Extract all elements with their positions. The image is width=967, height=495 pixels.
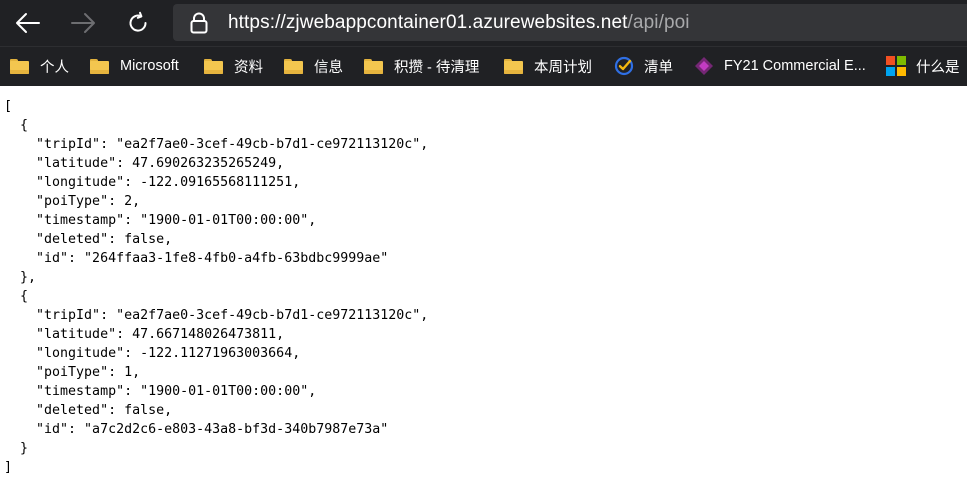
json-line: ]	[4, 460, 13, 475]
favorite-label: 资料	[234, 59, 263, 76]
favorite-folder-info[interactable]: 信息	[284, 47, 343, 85]
back-button[interactable]	[11, 7, 45, 39]
microsoft-logo-icon	[886, 56, 906, 76]
json-line: "poiType": 2,	[4, 194, 141, 209]
address-bar[interactable]: https://zjwebappcontainer01.azurewebsite…	[173, 4, 967, 41]
json-line: {	[4, 118, 29, 133]
favorite-label: 清单	[644, 59, 673, 76]
favorite-label: 个人	[40, 59, 69, 76]
json-line: "tripId": "ea2f7ae0-3cef-49cb-b7d1-ce972…	[4, 137, 429, 152]
favorite-todo-list[interactable]: 清单	[614, 47, 673, 85]
json-line: "timestamp": "1900-01-01T00:00:00",	[4, 213, 317, 228]
favorite-folder-materials[interactable]: 资料	[204, 47, 263, 85]
json-line: "latitude": 47.667148026473811,	[4, 327, 285, 342]
url-text[interactable]: https://zjwebappcontainer01.azurewebsite…	[228, 12, 690, 36]
favorite-fy21-commercial[interactable]: FY21 Commercial E...	[694, 47, 866, 85]
json-response: [ { "tripId": "ea2f7ae0-3cef-49cb-b7d1-c…	[4, 97, 428, 477]
favorite-label: 积攒 - 待清理	[394, 59, 480, 76]
json-line: "id": "a7c2d2c6-e803-43a8-bf3d-340b7987e…	[4, 422, 389, 437]
json-line: "deleted": false,	[4, 403, 173, 418]
json-line: "tripId": "ea2f7ae0-3cef-49cb-b7d1-ce972…	[4, 308, 429, 323]
favorite-label: FY21 Commercial E...	[724, 58, 866, 74]
folder-icon	[284, 57, 304, 75]
favorites-bar: 个人 Microsoft 资料 信息 积攒 - 待清理 本周计划 清单 FY21…	[0, 46, 967, 86]
folder-icon	[364, 57, 384, 75]
json-line: }	[4, 441, 29, 456]
folder-icon	[10, 57, 30, 75]
browser-toolbar: https://zjwebappcontainer01.azurewebsite…	[0, 0, 967, 46]
favorite-folder-microsoft[interactable]: Microsoft	[90, 47, 179, 85]
refresh-button[interactable]	[121, 7, 155, 39]
json-line: [	[4, 99, 13, 114]
json-line: "longitude": -122.11271963003664,	[4, 346, 301, 361]
favorite-label: 信息	[314, 59, 343, 76]
forward-button[interactable]	[66, 7, 100, 39]
power-apps-icon	[694, 57, 714, 75]
favorite-label: Microsoft	[120, 58, 179, 74]
lock-icon[interactable]	[189, 12, 209, 34]
json-line: "deleted": false,	[4, 232, 173, 247]
json-line: "poiType": 1,	[4, 365, 141, 380]
arrow-left-icon	[16, 13, 40, 33]
favorite-what-is[interactable]: 什么是	[886, 47, 960, 85]
json-line: {	[4, 289, 29, 304]
folder-icon	[90, 57, 110, 75]
todo-check-icon	[614, 56, 634, 76]
favorite-label: 本周计划	[534, 59, 592, 76]
url-host: https://zjwebappcontainer01.azurewebsite…	[228, 12, 628, 33]
json-line: "latitude": 47.690263235265249,	[4, 156, 285, 171]
page-content: [ { "tripId": "ea2f7ae0-3cef-49cb-b7d1-c…	[0, 86, 967, 495]
json-line: },	[4, 270, 37, 285]
json-line: "timestamp": "1900-01-01T00:00:00",	[4, 384, 317, 399]
json-line: "id": "264ffaa3-1fe8-4fb0-a4fb-63bdbc999…	[4, 251, 389, 266]
refresh-icon	[129, 11, 147, 32]
favorite-folder-personal[interactable]: 个人	[10, 47, 69, 85]
favorite-folder-backlog[interactable]: 积攒 - 待清理	[364, 47, 479, 85]
arrow-right-icon	[71, 13, 95, 33]
folder-icon	[504, 57, 524, 75]
url-path: /api/poi	[627, 12, 690, 33]
favorite-folder-weekly-plan[interactable]: 本周计划	[504, 47, 592, 85]
json-line: "longitude": -122.09165568111251,	[4, 175, 301, 190]
favorite-label: 什么是	[916, 59, 960, 76]
folder-icon	[204, 57, 224, 75]
